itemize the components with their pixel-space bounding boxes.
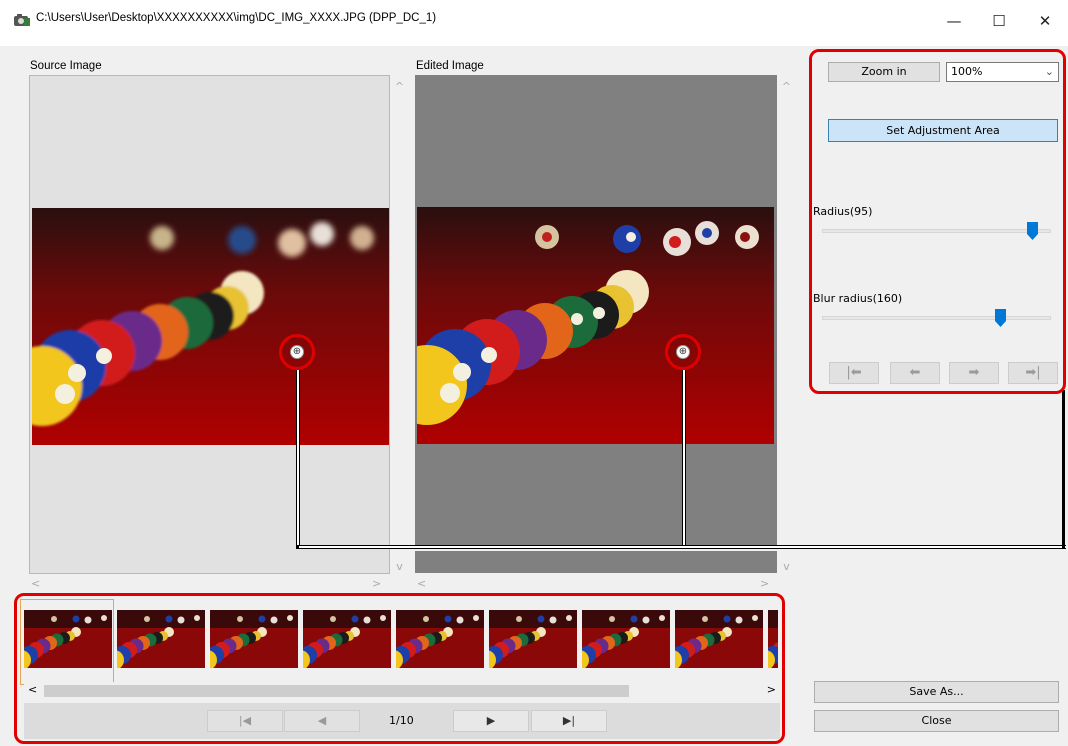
edited-scroll-down[interactable]: v bbox=[778, 560, 795, 573]
filmstrip-thumbnail[interactable] bbox=[396, 610, 484, 668]
filmstrip-thumbnail[interactable] bbox=[675, 610, 763, 668]
filmstrip-thumbnail[interactable] bbox=[117, 610, 205, 668]
app-icon bbox=[14, 14, 30, 26]
crosshair-icon: ⊕ bbox=[676, 345, 690, 359]
filmstrip-scroll-right[interactable]: > bbox=[767, 683, 776, 696]
blur-radius-slider-thumb[interactable] bbox=[995, 309, 1006, 327]
source-image-view[interactable] bbox=[29, 75, 390, 574]
previous-image-button[interactable]: ◀ bbox=[284, 710, 360, 732]
source-scroll-left[interactable]: < bbox=[31, 577, 40, 590]
filmstrip-thumbnail[interactable] bbox=[303, 610, 391, 668]
zoom-select[interactable]: 100% ⌄ bbox=[946, 62, 1059, 82]
adjustment-controls-panel: Zoom in 100% ⌄ Set Adjustment Area Radiu… bbox=[809, 49, 1066, 394]
window-title: C:\Users\User\Desktop\XXXXXXXXXX\img\DC_… bbox=[36, 12, 437, 24]
connector-line-inner bbox=[683, 370, 685, 547]
title-bar: C:\Users\User\Desktop\XXXXXXXXXX\img\DC_… bbox=[0, 0, 1068, 46]
set-adjustment-area-button[interactable]: Set Adjustment Area bbox=[828, 119, 1058, 142]
next-image-button[interactable]: ▶ bbox=[453, 710, 529, 732]
page-indicator: 1/10 bbox=[389, 714, 414, 727]
edited-scroll-up[interactable]: ^ bbox=[778, 80, 795, 93]
undo-button[interactable]: ⬅ bbox=[890, 362, 940, 384]
filmstrip-thumbnail[interactable] bbox=[582, 610, 670, 668]
filmstrip-scroll-left[interactable]: < bbox=[28, 683, 37, 696]
crosshair-icon: ⊕ bbox=[290, 345, 304, 359]
blur-radius-slider-track[interactable] bbox=[822, 316, 1051, 320]
radius-slider-thumb[interactable] bbox=[1027, 222, 1038, 240]
maximize-button[interactable]: ☐ bbox=[976, 8, 1022, 34]
edited-photo bbox=[417, 207, 774, 444]
filmstrip-nav-bar: |◀ ◀ 1/10 ▶ ▶| bbox=[24, 703, 780, 739]
source-scroll-up[interactable]: ^ bbox=[391, 80, 408, 93]
source-photo bbox=[32, 208, 389, 445]
filmstrip-thumbnail[interactable] bbox=[210, 610, 298, 668]
close-button[interactable]: Close bbox=[814, 710, 1059, 732]
radius-label: Radius(95) bbox=[813, 205, 873, 218]
connector-line-inner bbox=[299, 546, 1066, 548]
save-as-button[interactable]: Save As... bbox=[814, 681, 1059, 703]
filmstrip-scrollbar[interactable]: < > bbox=[24, 682, 780, 699]
filmstrip-panel: < > |◀ ◀ 1/10 ▶ ▶| bbox=[14, 593, 785, 744]
last-image-button[interactable]: ▶| bbox=[531, 710, 607, 732]
blur-radius-label: Blur radius(160) bbox=[813, 292, 903, 305]
edited-scroll-right[interactable]: > bbox=[760, 577, 769, 590]
zoom-value: 100% bbox=[951, 65, 983, 78]
connector-line-inner bbox=[297, 370, 299, 547]
edited-image-view[interactable] bbox=[415, 75, 777, 545]
edited-horizontal-strip bbox=[415, 551, 777, 573]
filmstrip-scroll-thumb[interactable] bbox=[44, 685, 629, 697]
selected-thumbnail-frame bbox=[20, 599, 114, 685]
source-adjustment-marker[interactable]: ⊕ bbox=[279, 334, 315, 370]
chevron-down-icon: ⌄ bbox=[1044, 65, 1054, 78]
last-step-button[interactable]: ➡| bbox=[1008, 362, 1058, 384]
filmstrip-thumbnail[interactable] bbox=[768, 610, 778, 668]
source-scroll-down[interactable]: v bbox=[391, 560, 408, 573]
edited-adjustment-marker[interactable]: ⊕ bbox=[665, 334, 701, 370]
radius-slider-track[interactable] bbox=[822, 229, 1051, 233]
connector-line bbox=[1062, 390, 1065, 549]
minimize-button[interactable]: — bbox=[931, 8, 977, 34]
redo-button[interactable]: ➡ bbox=[949, 362, 999, 384]
edited-scroll-left[interactable]: < bbox=[417, 577, 426, 590]
source-scroll-right[interactable]: > bbox=[372, 577, 381, 590]
edited-image-label: Edited Image bbox=[416, 60, 484, 72]
close-window-button[interactable]: ✕ bbox=[1022, 8, 1068, 34]
source-image-label: Source Image bbox=[30, 60, 102, 72]
first-image-button[interactable]: |◀ bbox=[207, 710, 283, 732]
filmstrip-thumbnail[interactable] bbox=[489, 610, 577, 668]
zoom-in-button[interactable]: Zoom in bbox=[828, 62, 940, 82]
first-step-button[interactable]: |⬅ bbox=[829, 362, 879, 384]
